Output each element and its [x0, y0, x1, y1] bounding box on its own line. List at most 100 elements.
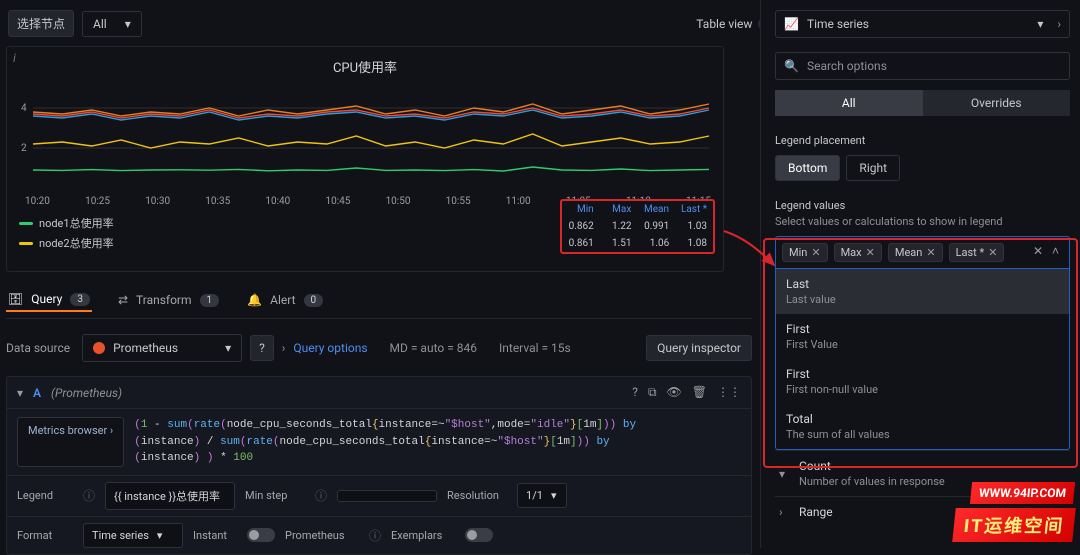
datasource-help-button[interactable]: ?	[250, 335, 274, 361]
legend-format-input[interactable]: {{ instance }}总使用率	[105, 482, 235, 510]
x-tick: 10:40	[265, 196, 290, 207]
time-series-icon: 📈	[784, 17, 799, 31]
instant-toggle[interactable]	[247, 528, 275, 542]
datasource-select[interactable]: Prometheus ▾	[82, 334, 242, 362]
query-editor: ▾ A (Prometheus) ? ⧉ 👁 🗑 ⋮⋮ Metrics brow…	[6, 376, 752, 555]
remove-chip-icon[interactable]: ✕	[866, 246, 875, 259]
tab-all[interactable]: All	[775, 90, 923, 116]
query-options-link[interactable]: Query options	[293, 341, 367, 355]
info-icon[interactable]: ⓘ	[369, 527, 381, 544]
legend-values-select: Min✕ Max✕ Mean✕ Last *✕ ✕ ˄ Last Last va…	[775, 236, 1070, 450]
legend-placement-group: Bottom Right	[775, 155, 1070, 181]
legend-values-title: Legend values	[775, 199, 1070, 212]
chevron-down-icon: ▾	[225, 341, 231, 355]
chip-last[interactable]: Last *✕	[949, 243, 1005, 262]
instant-label: Instant	[193, 529, 237, 542]
duplicate-query-icon[interactable]: ⧉	[648, 385, 657, 400]
watermark-brand: IT运维空间	[952, 508, 1076, 542]
chevron-right-icon[interactable]: ›	[282, 341, 286, 355]
table-row: 0.862 1.22 0.991 1.03	[562, 218, 713, 235]
bell-icon: 🔔	[247, 293, 262, 307]
svg-text:2: 2	[21, 143, 27, 154]
chart-title: CPU使用率	[7, 57, 723, 76]
legend-placement-bottom[interactable]: Bottom	[775, 155, 840, 181]
query-tabs: 🗄 Query 3 ⇄ Transform 1 🔔 Alert 0	[6, 288, 752, 319]
chevron-down-icon: ▾	[779, 467, 789, 481]
min-step-input[interactable]	[337, 490, 437, 502]
chevron-down-icon: ▾	[157, 529, 163, 542]
help-icon: ?	[259, 341, 265, 355]
chevron-down-icon: ▾	[551, 489, 557, 502]
clear-all-icon[interactable]: ✕	[1033, 244, 1043, 258]
query-header: ▾ A (Prometheus) ? ⧉ 👁 🗑 ⋮⋮	[7, 377, 751, 409]
query-options-interval: Interval = 15s	[499, 341, 571, 355]
legend-swatch	[19, 242, 33, 245]
query-ref-id[interactable]: A	[33, 386, 41, 400]
chip-mean[interactable]: Mean✕	[888, 243, 943, 262]
remove-chip-icon[interactable]: ✕	[988, 246, 997, 259]
search-options-input[interactable]: 🔍 Search options	[775, 52, 1070, 80]
query-inspector-button[interactable]: Query inspector	[646, 335, 752, 361]
exemplars-label: Exemplars	[391, 529, 455, 542]
x-tick: 10:50	[386, 196, 411, 207]
legend-values-chips[interactable]: Min✕ Max✕ Mean✕ Last *✕ ✕ ˄	[776, 237, 1069, 269]
search-icon: 🔍	[784, 59, 799, 73]
delete-query-icon[interactable]: 🗑	[692, 385, 707, 400]
option-first[interactable]: First First Value	[776, 314, 1069, 359]
metrics-browser-button[interactable]: Metrics browser ›	[17, 417, 124, 467]
promql-editor[interactable]: (1 - sum(rate(node_cpu_seconds_total{ins…	[134, 417, 636, 467]
transform-icon: ⇄	[118, 293, 128, 307]
legend-placement-title: Legend placement	[775, 134, 1070, 147]
resolution-label: Resolution	[447, 489, 507, 502]
chart-plot[interactable]: 4 2	[15, 82, 715, 194]
exemplars-toggle[interactable]	[465, 528, 493, 542]
chevron-down-icon: ▾	[1037, 17, 1043, 31]
options-panel: 📈 Time series ▾ › 🔍 Search options All O…	[760, 0, 1080, 548]
chevron-right-icon: ›	[779, 505, 789, 519]
chip-max[interactable]: Max✕	[834, 243, 882, 262]
datasource-label: Data source	[6, 341, 74, 355]
tab-query[interactable]: 🗄 Query 3	[6, 288, 92, 312]
x-tick: 10:35	[205, 196, 230, 207]
panel-info-icon[interactable]: i	[13, 51, 16, 65]
chip-min[interactable]: Min✕	[782, 243, 828, 262]
option-last[interactable]: Last Last value	[776, 269, 1069, 314]
resolution-select[interactable]: 1/1▾	[517, 483, 567, 508]
x-tick: 10:55	[446, 196, 471, 207]
viz-type-picker[interactable]: 📈 Time series ▾ ›	[775, 10, 1070, 38]
main-area: i CPU使用率 4 2 10:2010:2510:3010:3510:4010…	[0, 0, 760, 548]
info-icon[interactable]: ⓘ	[83, 487, 95, 504]
query-help-icon[interactable]: ?	[632, 385, 638, 400]
legend-placement-right[interactable]: Right	[846, 155, 900, 181]
tab-transform[interactable]: ⇄ Transform 1	[116, 289, 221, 311]
legend-stats-table: Min Max Mean Last * 0.862 1.22 0.991 1.0…	[560, 199, 715, 254]
collapse-query-icon[interactable]: ▾	[17, 386, 23, 400]
format-label: Format	[17, 529, 73, 542]
prometheus-link-label: Prometheus	[285, 529, 359, 542]
annotation-arrow	[722, 225, 782, 273]
toggle-visibility-icon[interactable]: 👁	[667, 385, 682, 400]
svg-text:4: 4	[21, 103, 27, 114]
table-row: 0.861 1.51 1.06 1.08	[562, 235, 713, 252]
x-tick: 10:25	[85, 196, 110, 207]
remove-chip-icon[interactable]: ✕	[926, 246, 935, 259]
query-source-label: (Prometheus)	[51, 386, 122, 400]
option-total[interactable]: Total The sum of all values	[776, 404, 1069, 449]
x-tick: 10:30	[145, 196, 170, 207]
chevron-right-icon[interactable]: ›	[1057, 17, 1061, 31]
info-icon[interactable]: ⓘ	[315, 487, 327, 504]
option-first-nonnull[interactable]: First First non-null value	[776, 359, 1069, 404]
datasource-row: Data source Prometheus ▾ ? › Query optio…	[6, 334, 752, 362]
remove-chip-icon[interactable]: ✕	[811, 246, 820, 259]
options-filter-tabs: All Overrides	[775, 90, 1070, 116]
tab-alert[interactable]: 🔔 Alert 0	[245, 289, 325, 311]
min-step-label: Min step	[245, 489, 305, 502]
chevron-right-icon: ›	[110, 424, 113, 437]
format-select[interactable]: Time series▾	[83, 523, 183, 548]
drag-handle-icon[interactable]: ⋮⋮	[717, 385, 741, 400]
tab-overrides[interactable]: Overrides	[923, 90, 1071, 116]
watermark-url: WWW.94IP.COM	[970, 482, 1075, 504]
chevron-up-icon[interactable]: ˄	[1052, 244, 1059, 258]
legend-values-subtitle: Select values or calculations to show in…	[775, 215, 1070, 228]
database-icon: 🗄	[8, 292, 23, 306]
